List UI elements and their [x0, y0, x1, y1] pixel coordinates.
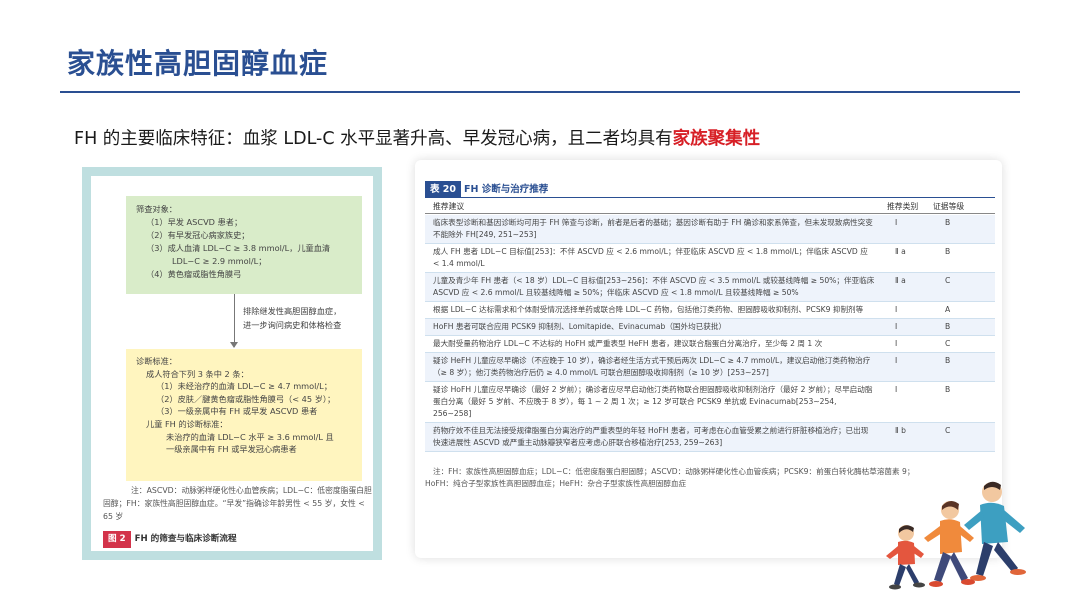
headline-highlight: 家族聚集性: [672, 129, 761, 149]
cell-level: C: [945, 426, 951, 435]
col-header-class: 推荐类别: [887, 202, 919, 211]
table-row: 儿童及青少年 FH 患者（< 18 岁）LDL−C 目标值[253~256]：不…: [425, 273, 995, 302]
col-header-recommendation: 推荐建议: [433, 202, 465, 211]
cell-class: I: [895, 339, 898, 348]
title-divider: [60, 91, 1020, 93]
flow-note: 排除继发性高胆固醇血症， 进一步询问病史和体格检查: [243, 304, 341, 332]
table-title: 表 20 FH 诊断与治疗推荐: [425, 181, 995, 198]
cell-class: I: [895, 305, 898, 314]
cell-level: A: [945, 305, 951, 314]
screening-item: （2）有早发冠心病家族史；: [146, 230, 250, 240]
cell-level: B: [945, 218, 951, 227]
cell-recommendation: 药物疗效不佳且无法接受规律脂蛋白分离治疗的严重表型的年轻 HoFH 患者，可考虑…: [433, 426, 869, 447]
cell-level: C: [945, 276, 951, 285]
figure-2-frame: 筛查对象： （1）早发 ASCVD 患者； （2）有早发冠心病家族史； （3）成…: [82, 167, 382, 560]
cell-recommendation: 成人 FH 患者 LDL−C 目标值[253]：不伴 ASCVD 应 < 2.6…: [433, 247, 868, 268]
cell-level: B: [945, 247, 951, 256]
cell-recommendation: 根据 LDL−C 达标需求和个体耐受情况选择单药或联合降 LDL−C 药物，包括…: [433, 305, 864, 314]
cell-recommendation: 临床表型诊断和基因诊断均可用于 FH 筛查与诊断，前者是后者的基础；基因诊断有助…: [433, 218, 873, 239]
cell-recommendation: 疑诊 HoFH 儿童应尽早确诊（最好 2 岁前）；确诊者应尽早启动他汀类药物联合…: [433, 385, 873, 418]
criteria-item: 未治疗的血清 LDL−C 水平 ≥ 3.6 mmol/L 且: [166, 431, 334, 442]
table-row: 最大耐受量药物治疗 LDL−C 不达标的 HoFH 或严重表型 HeFH 患者，…: [425, 336, 995, 353]
adult-runner-icon: [964, 481, 1026, 581]
cell-recommendation: 儿童及青少年 FH 患者（< 18 岁）LDL−C 目标值[253~256]：不…: [433, 276, 875, 297]
screening-box: 筛查对象： （1）早发 ASCVD 患者； （2）有早发冠心病家族史； （3）成…: [126, 196, 362, 294]
table-row: 根据 LDL−C 达标需求和个体耐受情况选择单药或联合降 LDL−C 药物，包括…: [425, 302, 995, 319]
headline-main: FH 的主要临床特征：血浆 LDL-C 水平显著升高、早发冠心病，且二者均具有: [74, 129, 673, 149]
screening-item: （1）早发 ASCVD 患者；: [146, 217, 243, 227]
table-row: 成人 FH 患者 LDL−C 目标值[253]：不伴 ASCVD 应 < 2.6…: [425, 244, 995, 273]
headline: FH 的主要临床特征：血浆 LDL-C 水平显著升高、早发冠心病，且二者均具有家…: [74, 125, 760, 150]
cell-class: Ⅱ a: [895, 247, 906, 256]
cell-level: B: [945, 385, 951, 394]
figure-caption-tag: 图 2: [103, 531, 131, 548]
criteria-item: 一级亲属中有 FH 或早发冠心病患者: [166, 444, 297, 455]
criteria-item: （2）皮肤／腱黄色瘤或脂性角膜弓（< 45 岁）；: [156, 393, 336, 404]
criteria-title: 诊断标准：: [136, 356, 177, 366]
table-title-text: FH 诊断与治疗推荐: [464, 184, 549, 195]
table-row: 疑诊 HoFH 儿童应尽早确诊（最好 2 岁前）；确诊者应尽早启动他汀类药物联合…: [425, 382, 995, 423]
table-body: 临床表型诊断和基因诊断均可用于 FH 筛查与诊断，前者是后者的基础；基因诊断有助…: [425, 215, 995, 452]
flow-connector: [234, 294, 235, 347]
criteria-item: （1）未经治疗的血清 LDL−C ≥ 4.7 mmol/L；: [156, 381, 332, 392]
flow-note-line: 进一步询问病史和体格检查: [243, 320, 342, 330]
cell-recommendation: 疑诊 HeFH 儿童应尽早确诊（不应晚于 10 岁），确诊者经生活方式干预后两次…: [433, 356, 871, 377]
woman-runner-icon: [924, 500, 975, 587]
cell-class: Ⅱ a: [895, 276, 906, 285]
child-runner-icon: [886, 525, 925, 590]
criteria-item: （3）一级亲属中有 FH 或早发 ASCVD 患者: [156, 406, 318, 417]
screening-item: （3）成人血清 LDL−C ≥ 3.8 mmol/L，儿童血清: [146, 243, 331, 253]
cell-class: I: [895, 356, 898, 365]
col-header-level: 证据等级: [933, 202, 965, 211]
flow-note-line: 排除继发性高胆固醇血症，: [243, 306, 342, 316]
table-row: HoFH 患者可联合应用 PCSK9 抑制剂、Lomitapide、Evinac…: [425, 319, 995, 336]
criteria-box: 诊断标准： 成人符合下列 3 条中 2 条： （1）未经治疗的血清 LDL−C …: [126, 349, 362, 481]
cell-level: B: [945, 322, 951, 331]
cell-recommendation: 最大耐受量药物治疗 LDL−C 不达标的 HoFH 或严重表型 HeFH 患者，…: [433, 339, 823, 348]
slide-title: 家族性高胆固醇血症: [67, 47, 329, 80]
figure-caption: 图 2 FH 的筛查与临床诊断流程: [103, 531, 363, 548]
running-family-illustration: [886, 481, 1026, 590]
cell-level: B: [945, 356, 951, 365]
screening-title: 筛查对象：: [136, 204, 177, 214]
screening-item: LDL−C ≥ 2.9 mmol/L；: [172, 256, 267, 266]
table-row: 疑诊 HeFH 儿童应尽早确诊（不应晚于 10 岁），确诊者经生活方式干预后两次…: [425, 353, 995, 382]
cell-level: C: [945, 339, 951, 348]
cell-class: I: [895, 218, 898, 227]
figure-note: 注：ASCVD：动脉粥样硬化性心血管疾病；LDL−C：低密度脂蛋白胆固醇；FH：…: [103, 486, 372, 521]
criteria-adult-title: 成人符合下列 3 条中 2 条：: [146, 368, 249, 379]
table-row: 药物疗效不佳且无法接受规律脂蛋白分离治疗的严重表型的年轻 HoFH 患者，可考虑…: [425, 423, 995, 452]
figure-caption-text: FH 的筛查与临床诊断流程: [134, 534, 237, 544]
cell-recommendation: HoFH 患者可联合应用 PCSK9 抑制剂、Lomitapide、Evinac…: [433, 322, 727, 331]
arrow-down-icon: [230, 342, 238, 348]
cell-class: I: [895, 322, 898, 331]
table-row: 临床表型诊断和基因诊断均可用于 FH 筛查与诊断，前者是后者的基础；基因诊断有助…: [425, 215, 995, 244]
cell-class: I: [895, 385, 898, 394]
cell-class: Ⅱ b: [895, 426, 906, 435]
table-tag: 表 20: [425, 181, 462, 198]
screening-item: （4）黄色瘤或脂性角膜弓: [146, 269, 242, 279]
table-header: 推荐建议 推荐类别 证据等级: [425, 200, 995, 214]
criteria-child-title: 儿童 FH 的诊断标准：: [146, 418, 228, 429]
figure-2: 筛查对象： （1）早发 ASCVD 患者； （2）有早发冠心病家族史； （3）成…: [91, 176, 373, 551]
